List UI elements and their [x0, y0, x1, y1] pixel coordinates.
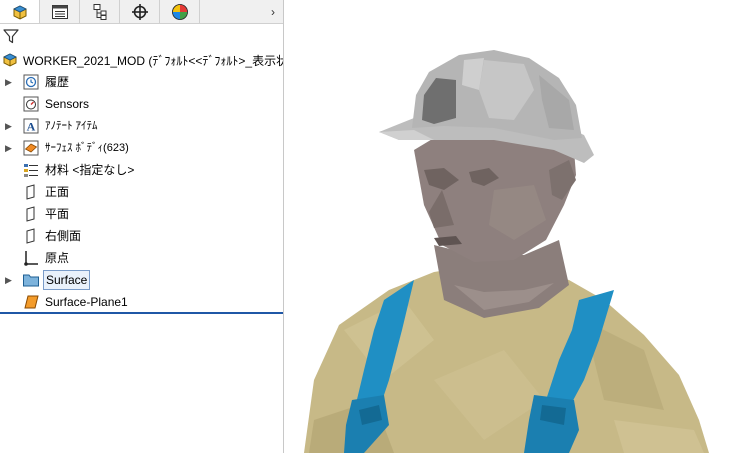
rollback-bar[interactable] [0, 312, 283, 314]
chevron-right-icon: › [271, 4, 275, 19]
plane-icon [26, 228, 35, 244]
tab-property-manager[interactable] [40, 0, 80, 23]
tree-item-label: Surface [43, 270, 91, 290]
tree-root-part[interactable]: WORKER_2021_MOD (ﾃﾞﾌｫﾙﾄ<<ﾃﾞﾌｫﾙﾄ>_表示状態 [0, 50, 283, 70]
plane-icon [26, 184, 35, 200]
tree-item-label: ｻｰﾌｪｽ ﾎﾞﾃﾞｨ(623) [45, 142, 129, 154]
plane-icon [26, 206, 35, 222]
feature-manager-pane: › WORKER_2021_MOD (ﾃﾞﾌｫﾙﾄ<<ﾃﾞﾌｫﾙﾄ>_表示状態 … [0, 0, 283, 453]
root-part-label: WORKER_2021_MOD (ﾃﾞﾌｫﾙﾄ<<ﾃﾞﾌｫﾙﾄ>_表示状態 [23, 53, 283, 68]
tree-item-origin[interactable]: 原点 [0, 247, 283, 269]
tree-item-front-plane[interactable]: 正面 [0, 181, 283, 203]
tree-item-sensors[interactable]: Sensors [0, 93, 283, 115]
surface-plane-icon [24, 295, 39, 309]
tree-item-label: Sensors [45, 97, 90, 111]
history-icon [23, 74, 39, 90]
tree-item-label: ｱﾉﾃｰﾄ ｱｲﾃﾑ [45, 120, 98, 132]
tree-item-label: 右側面 [45, 229, 82, 243]
filter-icon[interactable] [2, 27, 20, 45]
expand-arrow-icon[interactable]: ▶ [5, 143, 13, 153]
tree-item-label: Surface-Plane1 [45, 295, 128, 309]
tab-feature-manager[interactable] [0, 0, 40, 23]
origin-icon [24, 251, 38, 266]
filter-row [0, 24, 283, 48]
tree-item-label: 原点 [45, 251, 70, 265]
feature-tree: ▶ 履歴 Sensors ▶ A ｱﾉﾃｰﾄ ｱｲﾃﾑ ▶ ｻｰﾌｪｽ ﾎﾞﾃﾞ… [0, 71, 283, 313]
part-icon [3, 53, 17, 67]
svg-text:A: A [27, 120, 36, 134]
sensor-icon [23, 96, 39, 112]
tree-item-surface-bodies[interactable]: ▶ ｻｰﾌｪｽ ﾎﾞﾃﾞｨ(623) [0, 137, 283, 159]
tree-item-label: 平面 [45, 207, 70, 221]
tab-scroll-right-button[interactable]: › [265, 0, 281, 23]
expand-arrow-icon[interactable]: ▶ [5, 275, 13, 285]
annotation-icon: A [23, 118, 39, 134]
tree-item-top-plane[interactable]: 平面 [0, 203, 283, 225]
crosshair-icon [131, 3, 148, 20]
tab-configuration-manager[interactable] [80, 0, 120, 23]
folder-icon [23, 274, 39, 287]
tab-display-manager[interactable] [160, 0, 200, 23]
property-list-icon [51, 4, 68, 19]
tree-item-label: 正面 [45, 185, 70, 199]
tree-item-label: 材料 <指定なし> [45, 163, 135, 177]
tree-item-surface-plane[interactable]: Surface-Plane1 [0, 291, 283, 313]
manager-tab-bar: › [0, 0, 283, 24]
expand-arrow-icon[interactable]: ▶ [5, 121, 13, 131]
material-icon [24, 164, 38, 177]
graphics-viewport[interactable] [284, 0, 730, 453]
tree-item-label: 履歴 [45, 75, 70, 89]
configuration-icon [93, 3, 106, 20]
tree-item-surface-folder[interactable]: ▶ Surface [0, 269, 283, 291]
tree-item-material[interactable]: 材料 <指定なし> [0, 159, 283, 181]
worker-model-render [304, 50, 709, 453]
tree-item-annotations[interactable]: ▶ A ｱﾉﾃｰﾄ ｱｲﾃﾑ [0, 115, 283, 137]
surface-body-icon [23, 140, 39, 156]
tab-dimxpert[interactable] [120, 0, 160, 23]
appearance-pie-icon [171, 3, 188, 20]
part-icon [12, 4, 27, 20]
tree-item-history[interactable]: ▶ 履歴 [0, 71, 283, 93]
expand-arrow-icon[interactable]: ▶ [5, 77, 13, 87]
tree-item-right-plane[interactable]: 右側面 [0, 225, 283, 247]
